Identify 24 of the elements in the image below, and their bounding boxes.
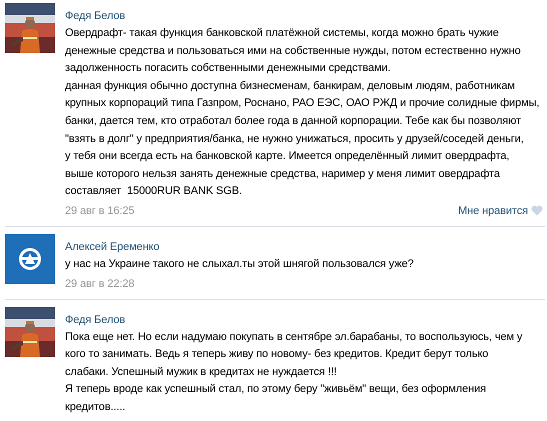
comment-text: Я теперь вроде как успешный стал, по этому беру "живьём" вещи, без оформления: [65, 382, 486, 398]
comment-date: 29 авг в 22:28: [65, 276, 134, 292]
comment-text: кредитов.....: [65, 400, 126, 415]
like-button[interactable]: Мне нравится: [458, 202, 543, 219]
comment-text: денежные средства и пользоваться ими на собственные нужды, потом естественно нужно: [65, 44, 521, 59]
logo-avatar-icon: [5, 234, 55, 284]
comment-text: составляет 15000RUR BANK SGB.: [65, 184, 242, 200]
comment-text: кого то занимать. Ведь я теперь живу по новому- без кредитов. Кредит берут только: [65, 347, 488, 362]
comment-text: данная функция обычно доступна бизнесменам, банкирам, деловым людям, работникам: [65, 78, 515, 94]
comment-text: "взять в долг" у предприятия/банка, не нужно унижаться, просить у друзей/соседей деньги,: [65, 132, 524, 147]
comment-text: Овердрафт- такая функция банковской платёжной системы, когда можно брать чужие: [65, 26, 499, 41]
comment-date: 29 авг в 16:25: [65, 204, 134, 219]
comment-text: Пока еще нет. Но если надумаю покупать в сентябре эл.барабаны, то воспользуюсь, чем у: [65, 330, 522, 345]
author-link[interactable]: Федя Белов: [65, 8, 126, 24]
heart-icon: [531, 205, 543, 216]
comment-text: выше которого нельзя занять денежные средства, наример у меня лимит овердрафта: [65, 166, 500, 182]
comment-text: крупных корпораций типа Газпром, Роснано, РАО ЕЭС, ОАО РЖД и прочие солидные фирмы,: [65, 96, 540, 112]
author-link[interactable]: Алексей Еременко: [65, 238, 160, 255]
author-link[interactable]: Федя Белов: [65, 312, 126, 328]
comment-text: банки, дается тем, кто отработал более года в данной корпорации. Тебе как бы позволяют: [65, 114, 521, 129]
comment-text: у нас на Украине такого не слыхал.ты этой шнягой пользовался уже?: [65, 256, 414, 272]
comment-text: у тебя они всегда есть на банковской карте. Имеется определённый лимит овердрафта,: [65, 149, 510, 164]
comment-text: слабаки. Успешный мужик в кредитах не нуждается !!!: [65, 364, 337, 380]
comment-text: задолженность погасить собственными денежными средствами.: [65, 61, 391, 76]
